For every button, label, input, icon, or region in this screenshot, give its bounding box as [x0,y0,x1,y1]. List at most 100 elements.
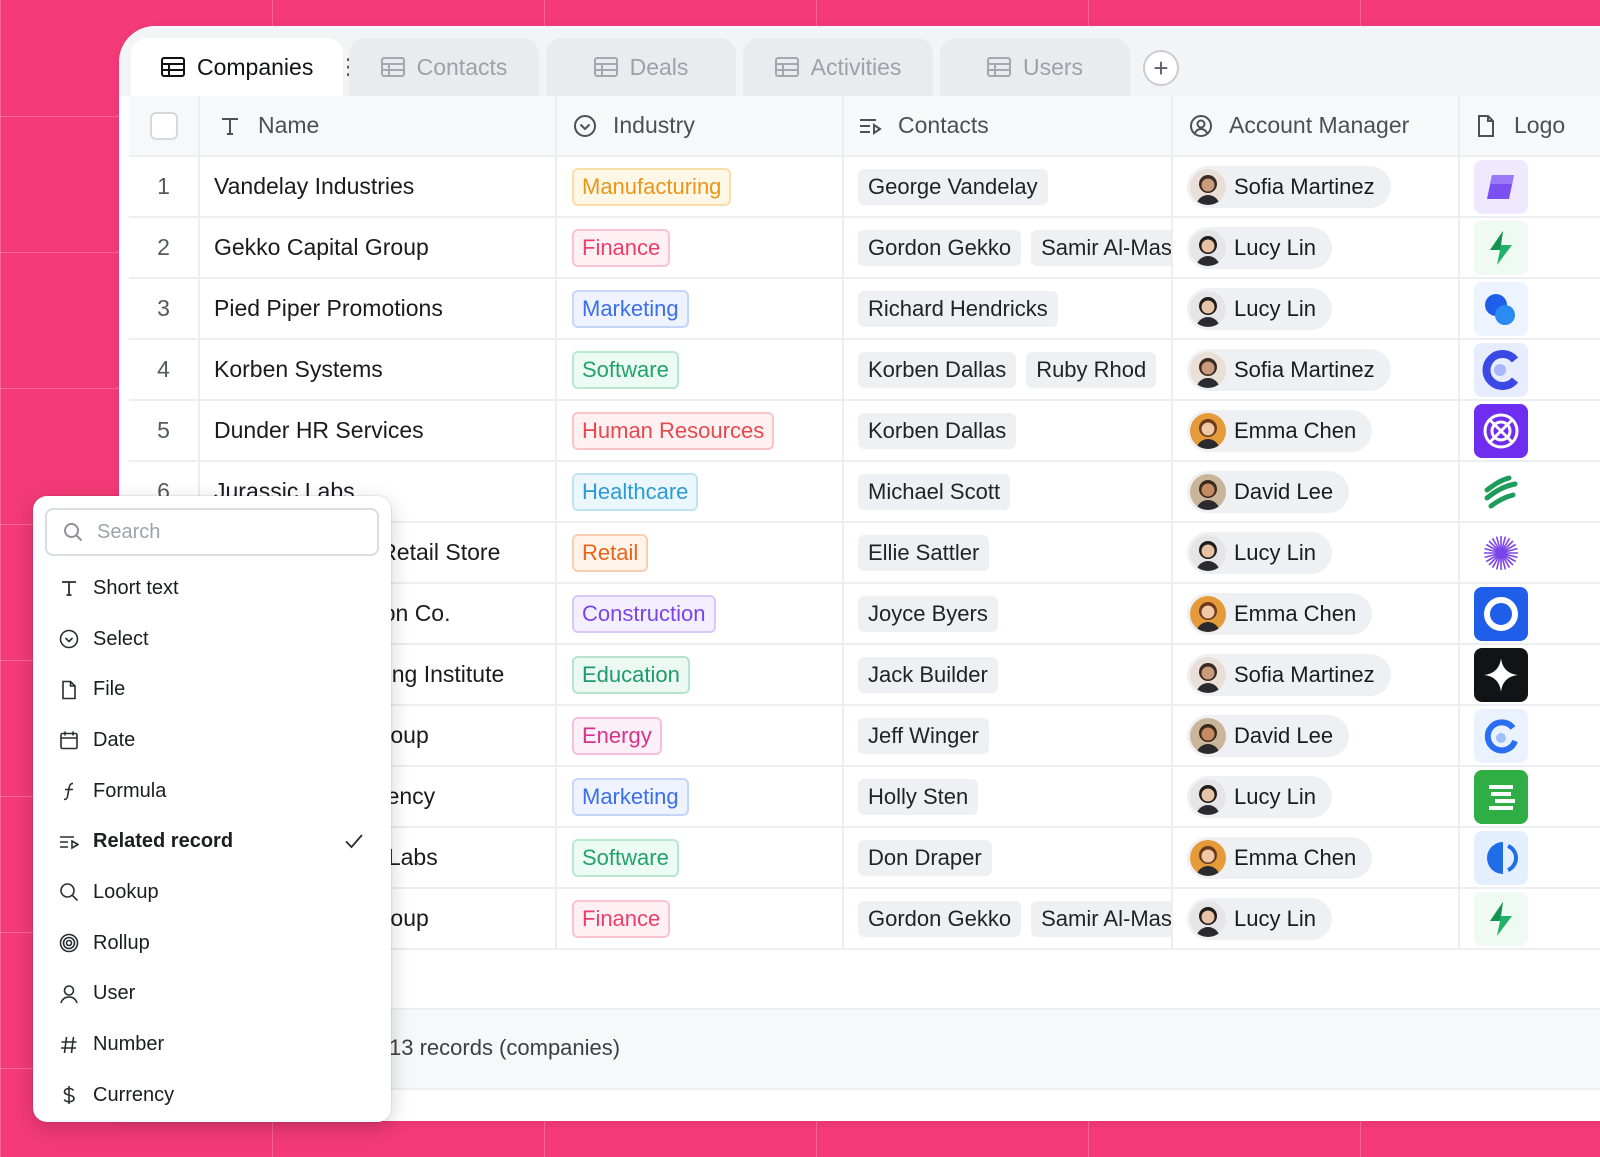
account-manager-cell[interactable]: David Lee [1173,706,1460,765]
user-chip[interactable]: Sofia Martinez [1187,348,1391,391]
tab-users[interactable]: Users [940,38,1130,96]
contact-chip[interactable]: Gordon Gekko [858,900,1022,937]
logo-cell[interactable] [1460,279,1600,338]
company-logo-icon[interactable] [1474,647,1528,702]
menu-item-select[interactable]: Select [33,614,391,665]
user-chip[interactable]: Sofia Martinez [1187,653,1391,696]
user-chip[interactable]: Lucy Lin [1187,531,1332,574]
industry-cell[interactable]: Energy [557,706,844,765]
contact-chip[interactable]: Ruby Rhod [1026,351,1157,388]
company-logo-icon[interactable] [1474,708,1528,763]
industry-cell[interactable]: Healthcare [557,462,844,521]
company-name-cell[interactable]: Korben Systems [200,340,557,399]
tab-contacts[interactable]: Contacts [349,38,539,96]
industry-cell[interactable]: Software [557,340,844,399]
logo-cell[interactable] [1460,157,1600,216]
industry-cell[interactable]: Education [557,645,844,704]
menu-item-currency[interactable]: Currency [33,1070,391,1121]
contacts-cell[interactable]: Don Draper [844,828,1173,887]
logo-cell[interactable] [1460,523,1600,582]
logo-cell[interactable] [1460,706,1600,765]
company-name-cell[interactable]: Pied Piper Promotions [200,279,557,338]
account-manager-cell[interactable]: Lucy Lin [1173,218,1460,277]
contacts-cell[interactable]: Jack Builder [844,645,1173,704]
logo-cell[interactable] [1460,462,1600,521]
user-chip[interactable]: Lucy Lin [1187,897,1332,940]
account-manager-cell[interactable]: Lucy Lin [1173,279,1460,338]
industry-cell[interactable]: Manufacturing [557,157,844,216]
account-manager-cell[interactable]: Lucy Lin [1173,767,1460,826]
logo-cell[interactable] [1460,767,1600,826]
contact-chip[interactable]: Michael Scott [858,473,1011,510]
contact-chip[interactable]: Jeff Winger [858,717,989,754]
logo-cell[interactable] [1460,889,1600,948]
account-manager-cell[interactable]: David Lee [1173,462,1460,521]
company-logo-icon[interactable] [1474,586,1528,641]
column-header-contacts[interactable]: Contacts [844,96,1173,155]
company-logo-icon[interactable] [1474,891,1528,946]
company-logo-icon[interactable] [1474,403,1528,458]
account-manager-cell[interactable]: Sofia Martinez [1173,340,1460,399]
contact-chip[interactable]: Samir Al-Masri [1031,229,1171,266]
company-name-cell[interactable]: Vandelay Industries [200,157,557,216]
column-header-logo[interactable]: Logo [1460,96,1600,155]
account-manager-cell[interactable]: Lucy Lin [1173,523,1460,582]
user-chip[interactable]: Sofia Martinez [1187,165,1391,208]
company-logo-icon[interactable] [1474,769,1528,824]
column-header-name[interactable]: Name [200,96,557,155]
company-logo-icon[interactable] [1474,159,1528,214]
industry-cell[interactable]: Marketing [557,767,844,826]
account-manager-cell[interactable]: Sofia Martinez [1173,645,1460,704]
contacts-cell[interactable]: Gordon Gekko Samir Al-Masri [844,889,1173,948]
industry-cell[interactable]: Marketing [557,279,844,338]
menu-item-file[interactable]: File [33,664,391,715]
account-manager-cell[interactable]: Emma Chen [1173,584,1460,643]
select-all-checkbox[interactable] [149,111,178,140]
industry-cell[interactable]: Finance [557,218,844,277]
company-logo-icon[interactable] [1474,830,1528,885]
contact-chip[interactable]: Samir Al-Masri [1031,900,1171,937]
account-manager-cell[interactable]: Emma Chen [1173,401,1460,460]
contacts-cell[interactable]: Gordon Gekko Samir Al-Masri [844,218,1173,277]
industry-cell[interactable]: Software [557,828,844,887]
contact-chip[interactable]: Ellie Sattler [858,534,990,571]
user-chip[interactable]: Emma Chen [1187,836,1373,879]
account-manager-cell[interactable]: Emma Chen [1173,828,1460,887]
search-field[interactable] [45,508,379,556]
menu-item-lookup[interactable]: Lookup [33,867,391,918]
table-row[interactable]: 2 Gekko Capital Group Finance Gordon Gek… [129,218,1600,279]
menu-item-related-record[interactable]: Related record [33,816,391,867]
industry-cell[interactable]: Finance [557,889,844,948]
tab-activities[interactable]: Activities [743,38,933,96]
table-row[interactable]: 1 Vandelay Industries Manufacturing Geor… [129,157,1600,218]
company-logo-icon[interactable] [1474,220,1528,275]
contacts-cell[interactable]: Korben Dallas [844,401,1173,460]
logo-cell[interactable] [1460,584,1600,643]
menu-item-short-text[interactable]: Short text [33,563,391,614]
user-chip[interactable]: Emma Chen [1187,409,1373,452]
menu-item-rollup[interactable]: Rollup [33,918,391,969]
table-row[interactable]: 4 Korben Systems Software Korben Dallas R… [129,340,1600,401]
search-input[interactable] [97,520,337,544]
company-name-cell[interactable]: Dunder HR Services [200,401,557,460]
logo-cell[interactable] [1460,218,1600,277]
menu-item-formula[interactable]: Formula [33,766,391,817]
contacts-cell[interactable]: Ellie Sattler [844,523,1173,582]
user-chip[interactable]: Lucy Lin [1187,775,1332,818]
logo-cell[interactable] [1460,645,1600,704]
logo-cell[interactable] [1460,828,1600,887]
contacts-cell[interactable]: Jeff Winger [844,706,1173,765]
table-row[interactable]: 5 Dunder HR Services Human Resources Kor… [129,401,1600,462]
contact-chip[interactable]: Korben Dallas [858,412,1017,449]
contact-chip[interactable]: Holly Sten [858,778,979,815]
menu-item-number[interactable]: Number [33,1019,391,1070]
user-chip[interactable]: David Lee [1187,714,1350,757]
contacts-cell[interactable]: Richard Hendricks [844,279,1173,338]
contacts-cell[interactable]: Holly Sten [844,767,1173,826]
menu-item-user[interactable]: User [33,969,391,1020]
industry-cell[interactable]: Human Resources [557,401,844,460]
logo-cell[interactable] [1460,401,1600,460]
tab-companies[interactable]: Companies ⋮ [131,38,359,96]
contact-chip[interactable]: Richard Hendricks [858,290,1058,327]
account-manager-cell[interactable]: Sofia Martinez [1173,157,1460,216]
